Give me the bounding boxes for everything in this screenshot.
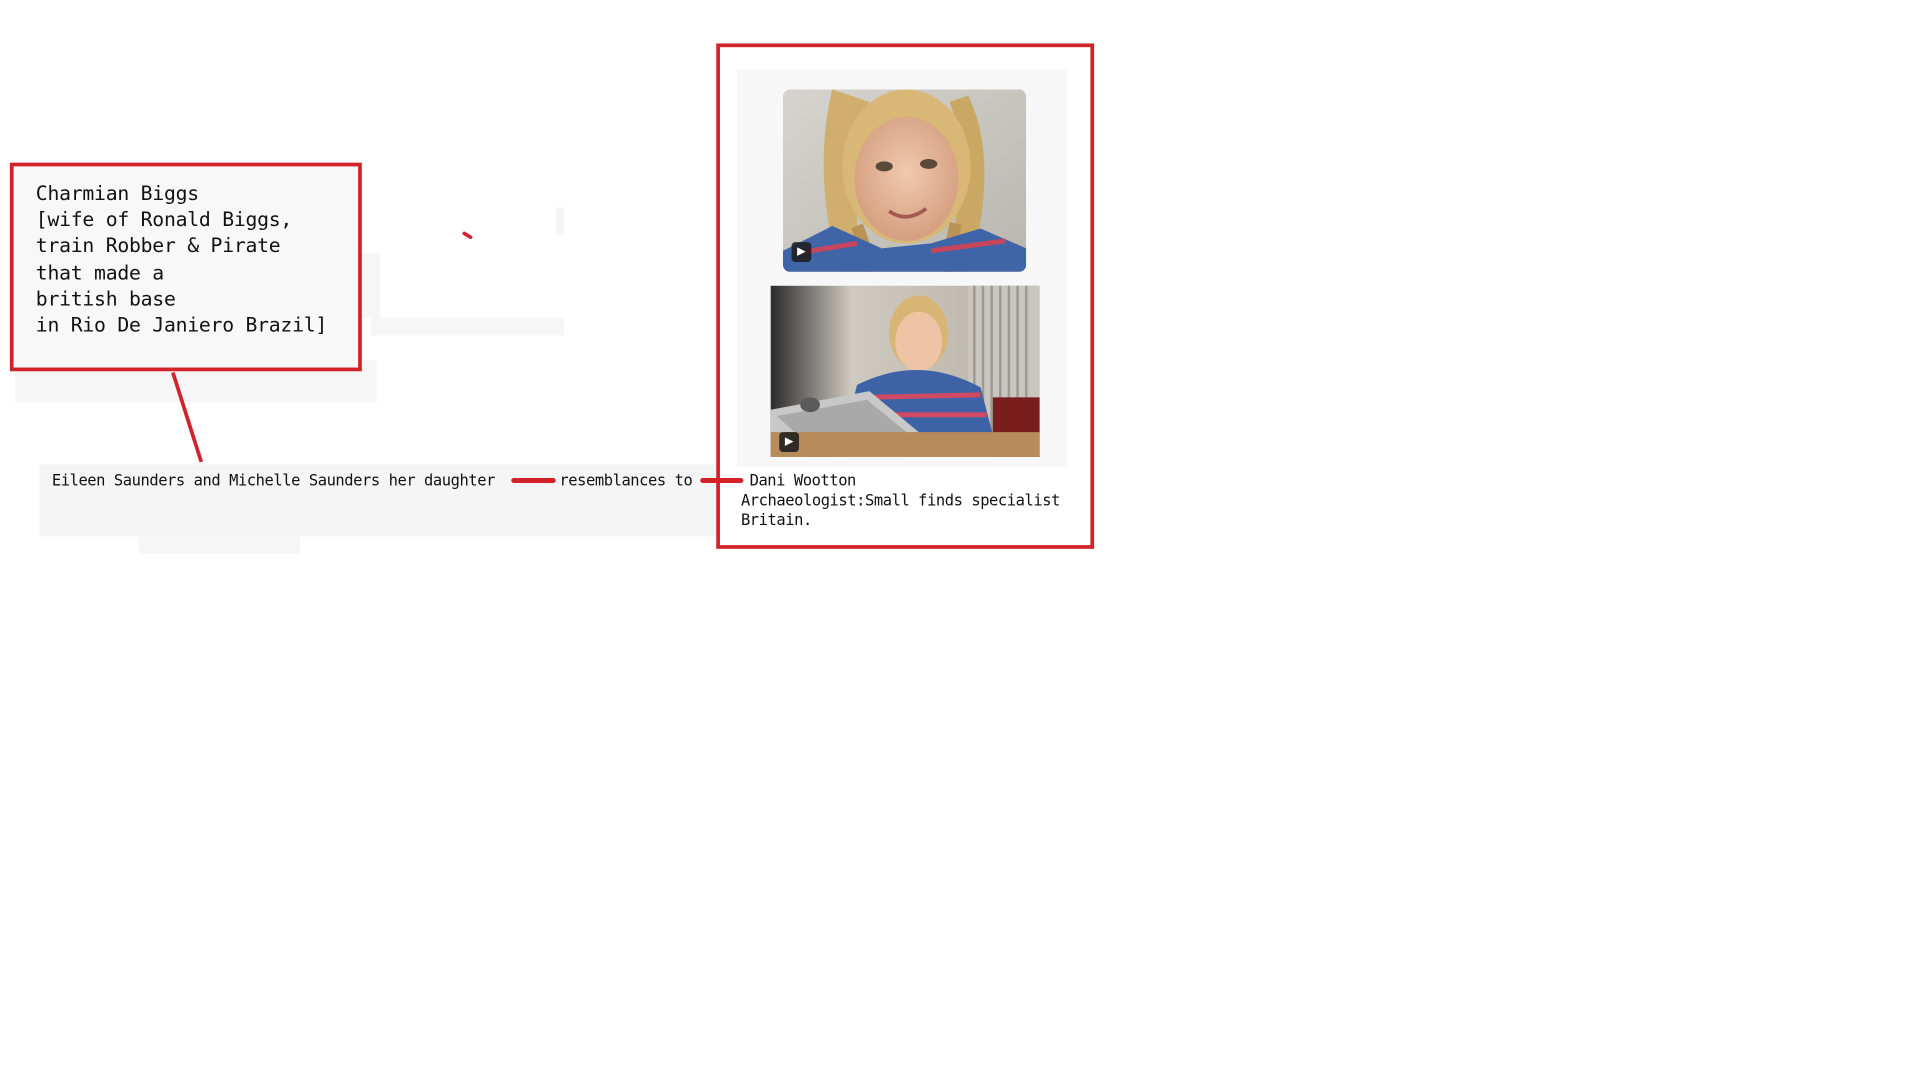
- connector-lines: [171, 231, 473, 463]
- connector-relation-target: [700, 478, 744, 484]
- stray-mark: [462, 231, 473, 240]
- target-location: Britain.: [740, 510, 812, 529]
- annotation-canvas: Charmian Biggs [wife of Ronald Biggs, tr…: [0, 0, 1919, 1079]
- subject-text: Eileen Saunders and Michelle Saunders he…: [51, 470, 496, 490]
- connector-diagonal: [171, 371, 204, 463]
- target-name: Dani Wootton: [749, 470, 857, 490]
- connector-subject-relation: [511, 478, 556, 484]
- relation-text: resemblances to: [559, 470, 693, 490]
- target-role: Archaeologist:Small finds specialist: [740, 490, 1060, 510]
